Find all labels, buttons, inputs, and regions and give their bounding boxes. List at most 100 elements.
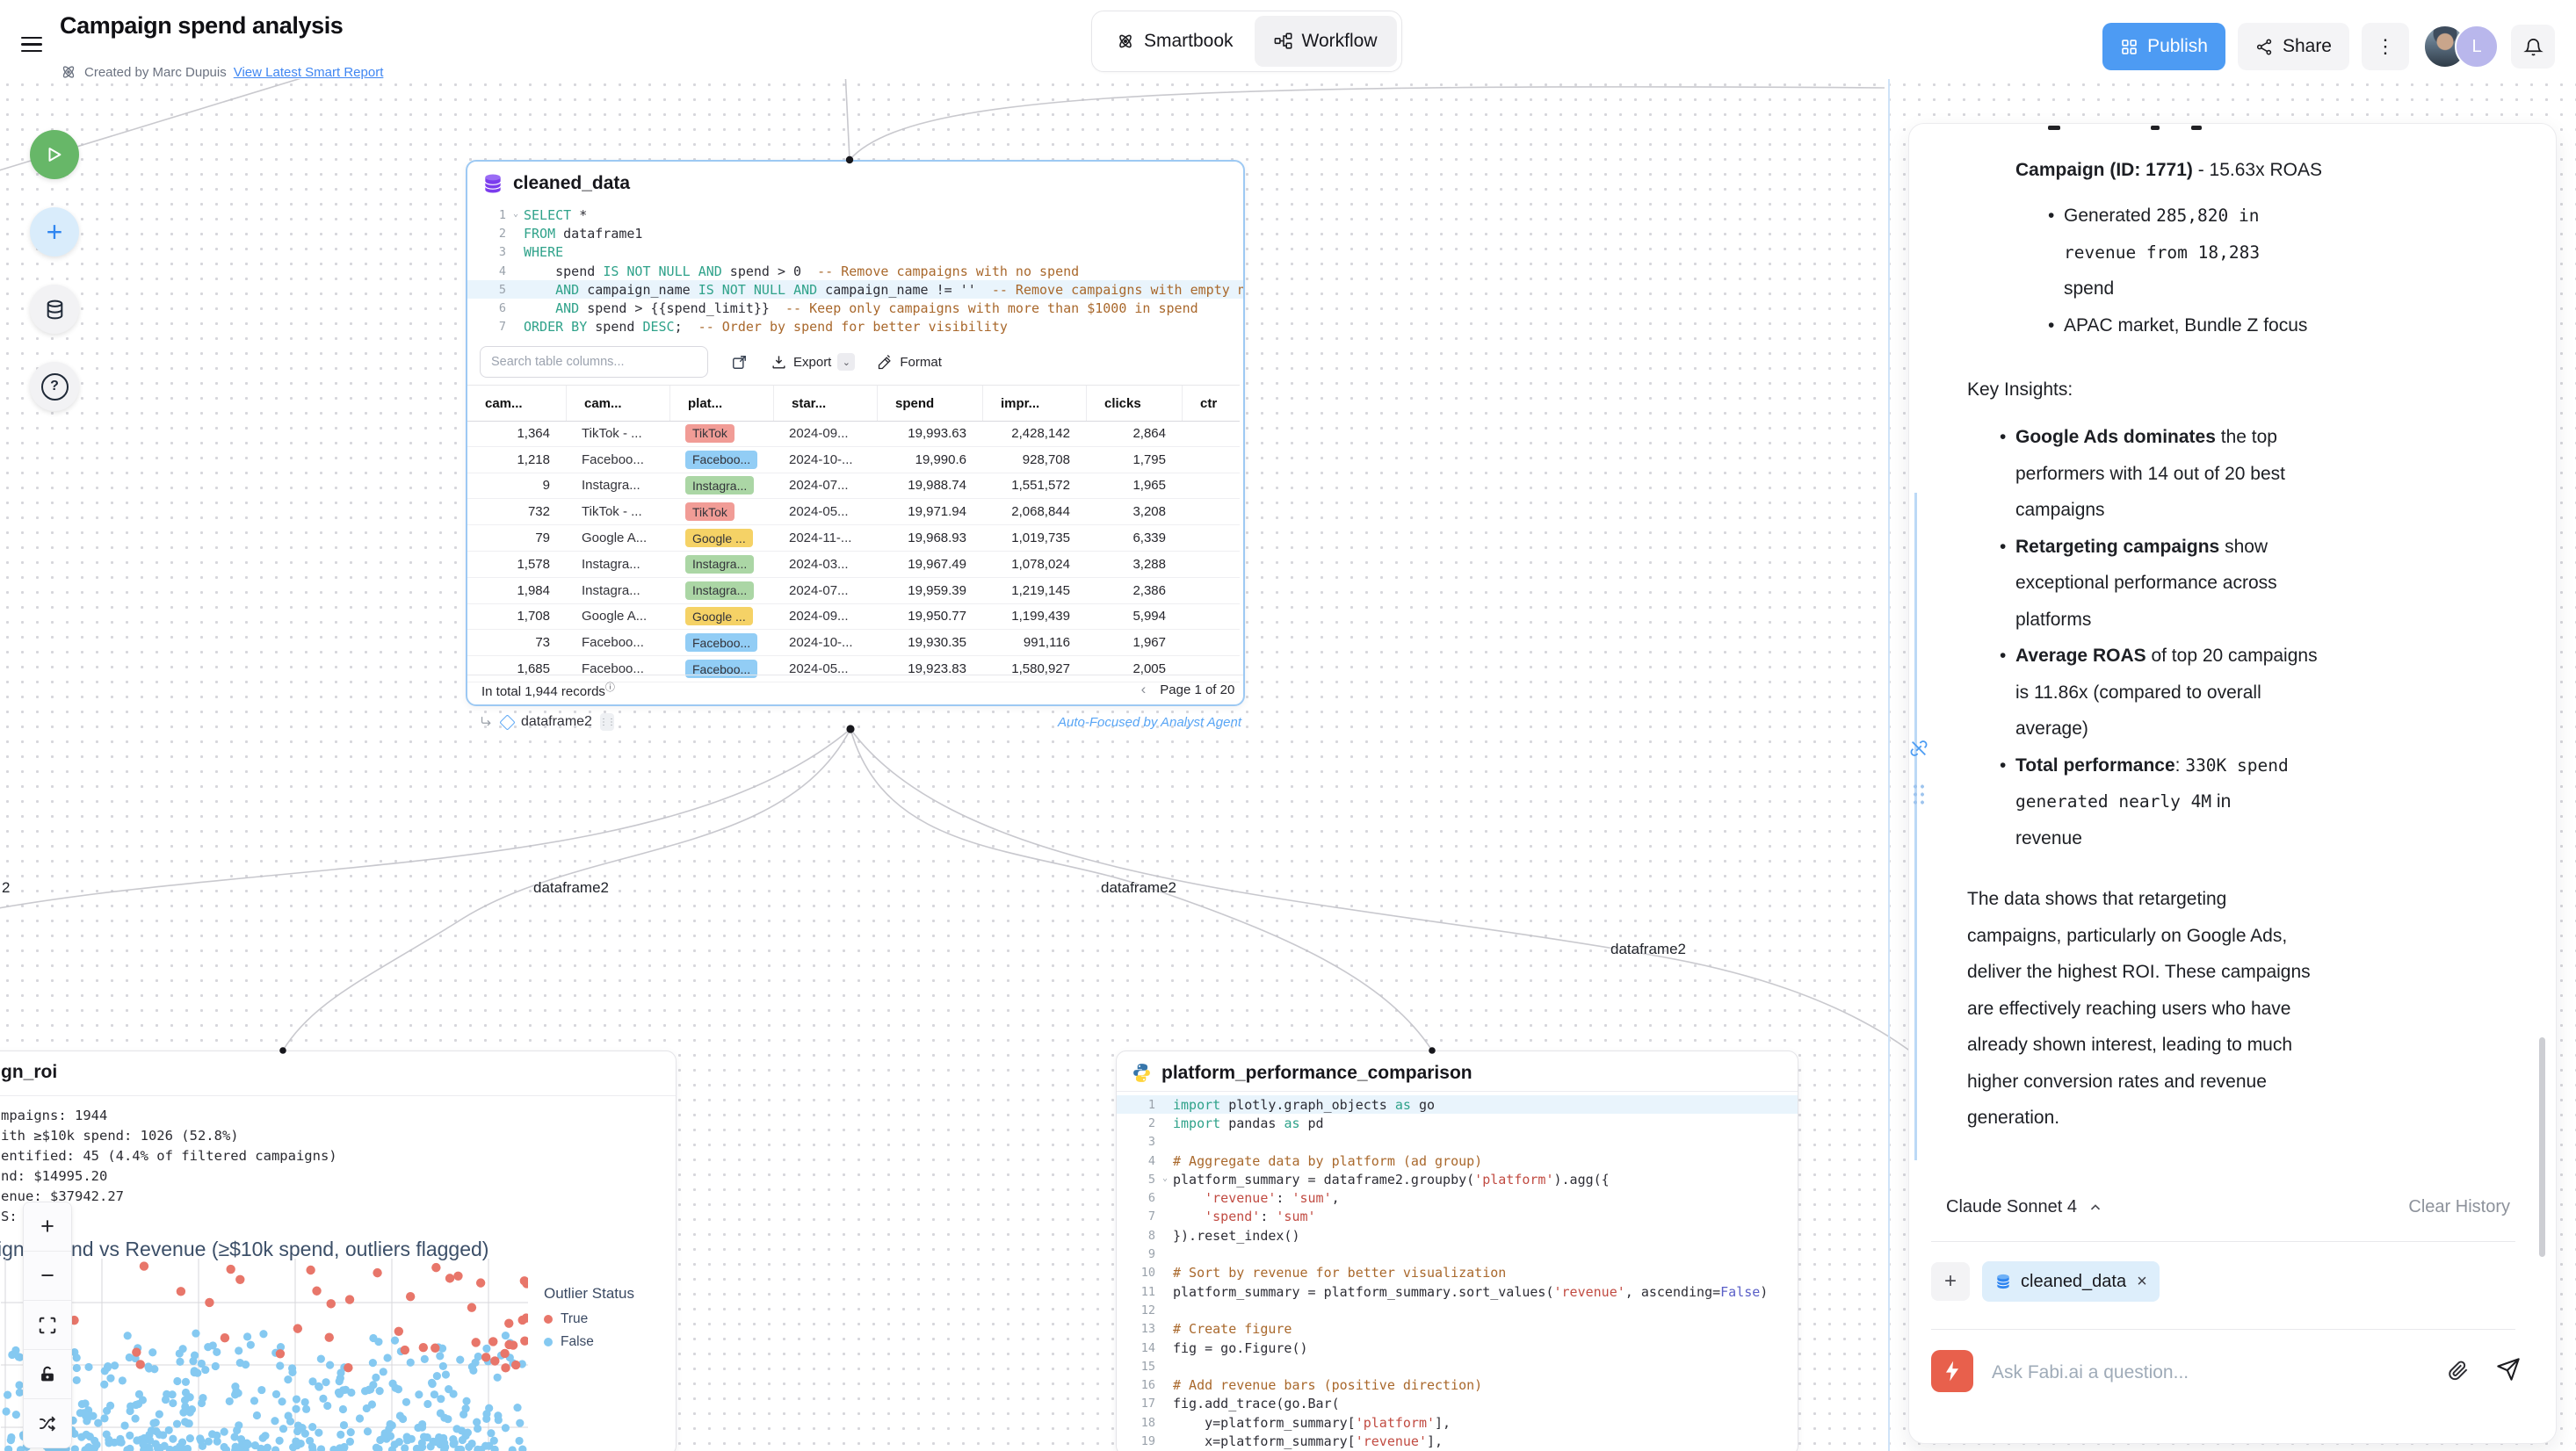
context-chip-cleaned-data[interactable]: cleaned_data × [1982,1261,2160,1302]
code-line[interactable]: 18 y=platform_summary['platform'], [1117,1413,1798,1432]
code-line[interactable]: 1import plotly.graph_objects as go [1117,1095,1798,1114]
table-row[interactable]: 79Google A...Google ...2024-11-...19,968… [467,525,1240,552]
code-line[interactable]: 13# Create figure [1117,1320,1798,1339]
code-line[interactable]: 6 'revenue': 'sum', [1117,1188,1798,1207]
text-line: is 11.86x (compared to overall [2015,675,2318,711]
code-line[interactable]: 6 AND spend > {{spend_limit}} -- Keep on… [467,299,1243,317]
table-row[interactable]: 732TikTok - ...TikTok2024-05...19,971.94… [467,499,1240,525]
table-cell: 73 [467,630,566,655]
tab-workflow[interactable]: Workflow [1255,16,1397,67]
table-body[interactable]: 1,364TikTok - ...TikTok2024-09...19,993.… [467,421,1240,682]
code-line[interactable]: 7ORDER BY spend DESC; -- Order by spend … [467,318,1243,336]
expand-table-button[interactable] [731,354,748,371]
code-line[interactable]: 16# Add revenue bars (positive direction… [1117,1375,1798,1394]
scatter-node-campaign-roi[interactable]: gn_roi mpaigns: 1944ith ≥$10k spend: 102… [0,1050,677,1451]
user-avatar-initial[interactable]: L [2455,25,2499,69]
chart-title: nd vs Revenue (≥$10k spend, outliers fla… [71,1238,488,1261]
table-row[interactable]: 1,708Google A...Google ...2024-09...19,9… [467,604,1240,631]
output-dataframe-name[interactable]: dataframe2 [521,714,592,730]
table-row[interactable]: 1,984Instagra...Instagra...2024-07...19,… [467,578,1240,604]
clear-history-button[interactable]: Clear History [2408,1197,2510,1217]
remove-context-icon[interactable]: × [2137,1272,2147,1292]
code-line[interactable]: 4 spend IS NOT NULL AND spend > 0 -- Rem… [467,262,1243,280]
output-drag-handle[interactable]: ⋮⋮ [600,713,614,731]
data-sources-button[interactable] [30,285,79,334]
column-header[interactable]: ctr [1182,386,1243,421]
sql-node-header: cleaned_data [467,162,1243,202]
code-line[interactable]: 9 [1117,1245,1798,1263]
add-node-button[interactable]: + [30,207,79,256]
column-header[interactable]: impr... [982,386,1086,421]
column-header[interactable]: clicks [1086,386,1182,421]
code-line[interactable]: 17fig.add_trace(go.Bar( [1117,1395,1798,1413]
code-line[interactable]: 8}).reset_index() [1117,1226,1798,1245]
table-row[interactable]: 1,364TikTok - ...TikTok2024-09...19,993.… [467,421,1240,447]
ask-fabi-input[interactable] [1990,1355,2406,1390]
panel-scrollbar[interactable] [2539,1037,2545,1257]
legend-item-false[interactable]: False [544,1334,634,1350]
python-node-platform-performance[interactable]: platform_performance_comparison 1import … [1116,1050,1798,1451]
column-header[interactable]: star... [773,386,877,421]
code-line[interactable]: 5 AND campaign_name IS NOT NULL AND camp… [467,280,1243,299]
format-button[interactable]: Format [878,354,942,370]
zoom-out-button[interactable]: − [24,1252,71,1301]
column-header[interactable]: cam... [467,386,566,421]
code-line[interactable]: 19 x=platform_summary['revenue'], [1117,1432,1798,1450]
table-row[interactable]: 73Faceboo...Faceboo...2024-10-...19,930.… [467,630,1240,656]
text-line: spend [2064,271,2307,307]
unlink-icon[interactable] [1909,739,1928,762]
atom-icon [1116,32,1135,51]
code-line[interactable]: 7 'spend': 'sum' [1117,1208,1798,1226]
sql-code-editor[interactable]: 1⌄SELECT *2FROM dataframe13WHERE4 spend … [467,202,1243,336]
drag-handle-dots[interactable] [1912,783,1926,805]
column-header[interactable]: spend [877,386,982,421]
code-line[interactable]: 2import pandas as pd [1117,1114,1798,1132]
send-button[interactable] [2496,1357,2521,1386]
python-code-editor[interactable]: 1import plotly.graph_objects as go2impor… [1117,1092,1798,1451]
export-button[interactable]: Export ⌄ [771,353,855,371]
menu-button[interactable] [21,37,42,53]
shuffle-button[interactable] [24,1399,71,1447]
code-line[interactable]: 4# Aggregate data by platform (ad group) [1117,1151,1798,1170]
prev-page-button[interactable]: ‹ [1141,681,1147,698]
code-line[interactable]: 3WHERE [467,243,1243,262]
code-line[interactable]: 12 [1117,1301,1798,1319]
code-line[interactable]: 2FROM dataframe1 [467,224,1243,242]
code-line[interactable]: 1⌄SELECT * [467,206,1243,224]
code-line[interactable]: 5⌄platform_summary = dataframe2.groupby(… [1117,1170,1798,1188]
table-search-input[interactable] [480,346,708,378]
scatter-plot[interactable] [1,1259,528,1451]
model-selector[interactable]: Claude Sonnet 4 [1946,1197,2103,1217]
export-chevron[interactable]: ⌄ [837,353,855,371]
export-label: Export [793,355,831,370]
help-button[interactable]: ? [30,362,79,411]
code-line[interactable]: 15 [1117,1357,1798,1375]
fit-view-button[interactable] [24,1301,71,1350]
table-row[interactable]: 1,218Faceboo...Faceboo...2024-10-...19,9… [467,447,1240,473]
text-line: higher conversion rates and revenue [1967,1064,2311,1101]
smart-report-link[interactable]: View Latest Smart Report [234,65,384,80]
sql-node-cleaned-data[interactable]: cleaned_data 1⌄SELECT *2FROM dataframe13… [466,160,1245,706]
add-context-button[interactable]: + [1931,1262,1970,1301]
table-row[interactable]: 9Instagra...Instagra...2024-07...19,988.… [467,473,1240,500]
attach-file-button[interactable] [2447,1359,2470,1386]
column-header[interactable]: plat... [669,386,773,421]
share-button[interactable]: Share [2238,23,2349,70]
code-line[interactable]: 10# Sort by revenue for better visualiza… [1117,1264,1798,1282]
legend-item-true[interactable]: True [544,1311,634,1327]
publish-button[interactable]: Publish [2102,23,2225,70]
zoom-in-button[interactable]: + [24,1202,71,1252]
table-cell: 19,988.74 [877,473,982,499]
table-cell: 19,990.6 [877,447,982,473]
code-line[interactable]: 11platform_summary = platform_summary.so… [1117,1282,1798,1301]
more-options-button[interactable]: ⋮ [2362,23,2409,70]
table-row[interactable]: 1,578Instagra...Instagra...2024-03...19,… [467,552,1240,578]
text-line: generated nearly 4M in [2015,783,2318,820]
tab-smartbook[interactable]: Smartbook [1096,16,1253,67]
column-header[interactable]: cam... [566,386,669,421]
code-line[interactable]: 14fig = go.Figure() [1117,1339,1798,1357]
code-line[interactable]: 3 [1117,1133,1798,1151]
run-workflow-button[interactable] [30,130,79,179]
lock-button[interactable] [24,1350,71,1399]
notifications-button[interactable] [2511,25,2555,69]
